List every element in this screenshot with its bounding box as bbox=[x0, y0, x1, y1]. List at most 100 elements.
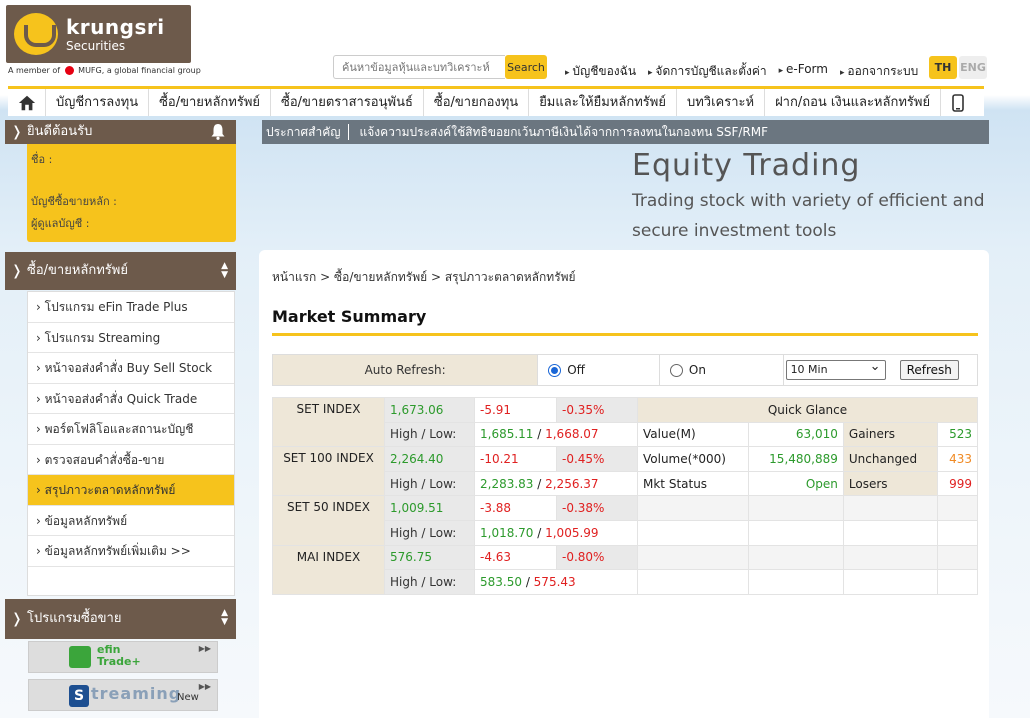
main-nav: บัญชีการลงทุน ซื้อ/ขายหลักทรัพย์ ซื้อ/ขา… bbox=[8, 86, 984, 116]
index-change: -4.63 bbox=[474, 544, 557, 571]
updown-icon: ▲ ▼ bbox=[221, 261, 228, 280]
auto-refresh-row: Auto Refresh: Off On 10 Min Refresh bbox=[272, 354, 978, 386]
lang-th-button[interactable]: TH bbox=[929, 56, 957, 79]
search-input[interactable] bbox=[333, 55, 505, 79]
announcement-text[interactable]: แจ้งความประสงค์ใช้สิทธิขอยกเว้นภาษีเงินไ… bbox=[349, 123, 768, 142]
market-summary-table: SET INDEX 1,673.06 -5.91 -0.35% Quick Gl… bbox=[272, 396, 979, 595]
qg-losers-label: Losers bbox=[842, 470, 938, 497]
announcement-label: ประกาศสำคัญ bbox=[262, 124, 350, 140]
menu-efin-trade-plus[interactable]: โปรแกรม eFin Trade Plus bbox=[28, 292, 234, 323]
eform-link[interactable]: e-Form bbox=[779, 62, 828, 81]
bell-icon[interactable] bbox=[210, 123, 226, 140]
refresh-on-option[interactable]: On bbox=[658, 355, 783, 385]
index-name: SET 100 INDEX bbox=[272, 446, 385, 497]
menu-more-securities-info[interactable]: ข้อมูลหลักทรัพย์เพิ่มเติม >> bbox=[28, 536, 234, 567]
user-name-label: ชื่อ : bbox=[31, 153, 53, 166]
streaming-button[interactable]: S treaming New ▶▶ bbox=[28, 679, 218, 711]
streaming-text: treaming bbox=[91, 684, 182, 703]
high-low-value: 1,018.70 / 1,005.99 bbox=[474, 519, 638, 546]
index-pct: -0.38% bbox=[556, 495, 638, 521]
table-row: SET 50 INDEX 1,009.51 -3.88 -0.38% bbox=[272, 495, 979, 546]
streaming-logo-icon: S bbox=[69, 685, 89, 707]
chevron-right-icon: ❭ bbox=[11, 611, 23, 627]
high-low-label: High / Low: bbox=[384, 519, 475, 546]
high-low-label: High / Low: bbox=[384, 421, 475, 448]
page-title: Market Summary bbox=[272, 307, 427, 326]
menu-streaming[interactable]: โปรแกรม Streaming bbox=[28, 323, 234, 353]
menu-securities-info[interactable]: ข้อมูลหลักทรัพย์ bbox=[28, 506, 234, 536]
nav-trade-derivatives[interactable]: ซื้อ/ขายตราสารอนุพันธ์ bbox=[271, 89, 424, 116]
index-value: 1,009.51 bbox=[384, 495, 475, 521]
account-manager-label: ผู้ดูแลบัญชี : bbox=[31, 217, 90, 230]
high-low-value: 583.50 / 575.43 bbox=[474, 569, 638, 595]
double-arrow-icon: ▶▶ bbox=[198, 682, 211, 691]
new-badge: New bbox=[177, 692, 199, 703]
high-low-value: 1,685.11 / 1,668.07 bbox=[474, 421, 638, 448]
index-change: -3.88 bbox=[474, 495, 557, 521]
my-account-link[interactable]: บัญชีของฉัน bbox=[565, 62, 636, 81]
welcome-header: ❭ ยินดีต้อนรับ bbox=[5, 120, 236, 144]
krungsri-logo[interactable]: krungsri Securities bbox=[6, 5, 191, 63]
index-change: -10.21 bbox=[474, 446, 557, 472]
programs-header[interactable]: ❭ โปรแกรมซื้อขาย ▲ ▼ bbox=[5, 599, 236, 639]
nav-trade-funds[interactable]: ซื้อ/ขายกองทุน bbox=[424, 89, 530, 116]
index-pct: -0.80% bbox=[556, 544, 638, 571]
index-value: 576.75 bbox=[384, 544, 475, 571]
qg-value: 63,010 bbox=[748, 421, 844, 448]
search-button[interactable]: Search bbox=[505, 55, 547, 79]
qg-status-label: Mkt Status bbox=[636, 470, 750, 497]
double-arrow-icon: ▶▶ bbox=[198, 644, 211, 653]
table-row: SET INDEX 1,673.06 -5.91 -0.35% Quick Gl… bbox=[272, 396, 978, 448]
index-name: MAI INDEX bbox=[272, 544, 385, 595]
refresh-button[interactable]: Refresh bbox=[899, 360, 959, 380]
home-icon bbox=[18, 95, 35, 110]
main-account-label: บัญชีซื้อขายหลัก : bbox=[31, 195, 117, 208]
index-value: 2,264.40 bbox=[384, 446, 475, 472]
qg-volume: 15,480,889 bbox=[748, 446, 844, 472]
account-settings-link[interactable]: จัดการบัญชีและตั้งค่า bbox=[648, 62, 766, 81]
menu-quick-trade[interactable]: หน้าจอส่งคำสั่ง Quick Trade bbox=[28, 384, 234, 414]
trade-menu: โปรแกรม eFin Trade Plus โปรแกรม Streamin… bbox=[27, 291, 235, 596]
menu-order-status[interactable]: ตรวจสอบคำสั่งซื้อ-ขาย bbox=[28, 445, 234, 475]
mobile-button[interactable] bbox=[941, 89, 975, 116]
nav-deposit-withdraw[interactable]: ฝาก/ถอน เงินและหลักทรัพย์ bbox=[765, 89, 942, 116]
index-name: SET 50 INDEX bbox=[272, 495, 385, 546]
index-value: 1,673.06 bbox=[384, 397, 475, 423]
refresh-controls: 10 Min Refresh bbox=[782, 355, 977, 385]
index-name: SET INDEX bbox=[272, 396, 385, 448]
high-low-value: 2,283.83 / 2,256.37 bbox=[474, 470, 638, 497]
index-pct: -0.35% bbox=[556, 397, 638, 423]
logout-link[interactable]: ออกจากระบบ bbox=[840, 62, 918, 81]
chevron-right-icon: ❭ bbox=[11, 263, 23, 279]
mobile-icon bbox=[952, 93, 964, 112]
qg-unchanged-label: Unchanged bbox=[842, 446, 938, 472]
quick-glance-title: Quick Glance bbox=[637, 397, 978, 423]
efin-text: efin Trade+ bbox=[97, 643, 141, 668]
trade-menu-header[interactable]: ❭ ซื้อ/ขายหลักทรัพย์ ▲ ▼ bbox=[5, 252, 236, 290]
table-row: SET 100 INDEX 2,264.40 -10.21 -0.45% Vol… bbox=[272, 446, 979, 497]
banner-subtitle: Trading stock with variety of efficient … bbox=[632, 191, 985, 241]
menu-buy-sell-stock[interactable]: หน้าจอส่งคำสั่ง Buy Sell Stock bbox=[28, 353, 234, 384]
refresh-off-option[interactable]: Off bbox=[537, 355, 659, 385]
nav-trade-securities[interactable]: ซื้อ/ขายหลักทรัพย์ bbox=[149, 89, 272, 116]
updown-icon: ▲ ▼ bbox=[221, 608, 228, 627]
auto-refresh-label: Auto Refresh: bbox=[273, 355, 538, 385]
index-change: -5.91 bbox=[474, 397, 557, 423]
qg-value-label: Value(M) bbox=[636, 421, 750, 448]
breadcrumb: หน้าแรก > ซื้อ/ขายหลักทรัพย์ > สรุปภาวะต… bbox=[272, 270, 576, 284]
nav-investment-account[interactable]: บัญชีการลงทุน bbox=[46, 89, 150, 116]
nav-research[interactable]: บทวิเคราะห์ bbox=[677, 89, 766, 116]
chevron-right-icon: ❭ bbox=[11, 124, 23, 140]
refresh-interval-select[interactable]: 10 Min bbox=[785, 358, 886, 380]
qg-unchanged: 433 bbox=[936, 446, 979, 472]
lang-en-button[interactable]: ENG bbox=[959, 56, 987, 79]
nav-securities-lending[interactable]: ยืมและให้ยืมหลักทรัพย์ bbox=[529, 89, 677, 116]
menu-market-summary[interactable]: สรุปภาวะตลาดหลักทรัพย์ bbox=[28, 475, 234, 506]
radio-on[interactable] bbox=[669, 363, 683, 377]
logo-sub: Securities bbox=[66, 39, 126, 53]
high-low-label: High / Low: bbox=[384, 569, 475, 595]
radio-off[interactable] bbox=[548, 363, 562, 377]
home-button[interactable] bbox=[8, 89, 46, 116]
efin-trade-plus-button[interactable]: efin Trade+ ▶▶ bbox=[28, 641, 218, 673]
menu-portfolio[interactable]: พอร์ตโฟลิโอและสถานะบัญชี bbox=[28, 414, 234, 445]
